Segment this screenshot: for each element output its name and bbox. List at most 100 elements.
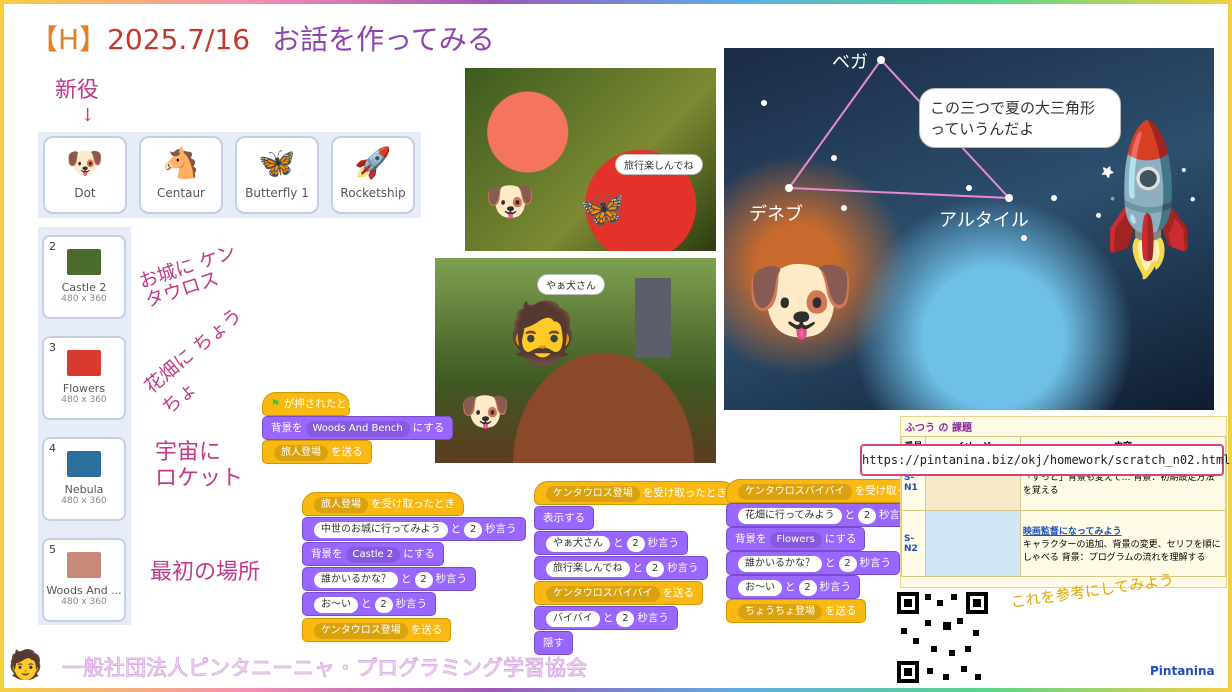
backdrop-dropdown[interactable]: Woods And Bench xyxy=(305,421,410,437)
speech-bubble: やぁ犬さん xyxy=(537,274,605,295)
sprite-list: 🐶 Dot 🐴 Centaur 🦋 Butterfly 1 🚀 Rocketsh… xyxy=(38,132,421,218)
say-block[interactable]: 旅行楽しんでねと 2 秒言う xyxy=(534,556,708,580)
message-dropdown[interactable]: ケンタウロス登場 xyxy=(546,486,640,502)
sprite-centaur[interactable]: 🐴 Centaur xyxy=(139,136,223,214)
switch-backdrop-block[interactable]: 背景を Flowers にする xyxy=(726,527,866,551)
seconds-input[interactable]: 2 xyxy=(838,556,857,572)
dog-icon: 🐶 xyxy=(66,146,104,181)
homework-title: ふつう の 課題 xyxy=(905,423,972,434)
say-block[interactable]: バイバイと 2 秒言う xyxy=(534,606,678,630)
homework-panel: ふつう の 課題 番号 イメージ 内容 S-N1 「ずっと」背景も変えて… 背景… xyxy=(900,416,1227,588)
say-text-input[interactable]: バイバイ xyxy=(546,611,600,627)
backdrop-thumbnail xyxy=(67,552,101,578)
backdrop-size: 480 x 360 xyxy=(61,395,107,405)
mascot-icon: 🧑 xyxy=(8,648,43,681)
seconds-input[interactable]: 2 xyxy=(626,536,645,552)
say-text-input[interactable]: 誰かいるかな？ xyxy=(738,556,822,572)
star-label-vega: ベガ xyxy=(832,52,868,73)
backdrop-label: Nebula xyxy=(64,483,104,496)
say-text-input[interactable]: 花畑に行ってみよう xyxy=(738,508,842,524)
backdrop-label: Flowers xyxy=(62,382,106,395)
qr-code[interactable] xyxy=(895,590,990,685)
block-text: 背景を xyxy=(735,533,767,545)
block-text: 背景を xyxy=(311,548,343,560)
say-text-input[interactable]: お〜い xyxy=(738,580,782,596)
backdrop-item-castle[interactable]: 2 Castle 2 480 x 360 xyxy=(42,235,126,319)
backdrop-item-nebula[interactable]: 4 Nebula 480 x 360 xyxy=(42,437,126,521)
show-block[interactable]: 表示する xyxy=(534,506,594,530)
say-text-input[interactable]: 中世のお城に行ってみよう xyxy=(314,522,448,538)
seconds-input[interactable]: 2 xyxy=(414,572,433,588)
backdrop-dropdown[interactable]: Castle 2 xyxy=(345,547,401,563)
backdrop-size: 480 x 360 xyxy=(61,496,107,506)
homework-url[interactable]: https://pintanina.biz/okj/homework/scrat… xyxy=(860,444,1230,476)
message-dropdown[interactable]: ちょうちょ登場 xyxy=(738,604,822,620)
say-block[interactable]: 花畑に行ってみようと 2 秒言う xyxy=(726,503,920,527)
backdrop-item-woods[interactable]: 5 Woods And ... 480 x 360 xyxy=(42,538,126,622)
block-text: にする xyxy=(412,422,445,434)
say-block[interactable]: お〜いと 2 秒言う xyxy=(726,575,860,599)
seconds-input[interactable]: 2 xyxy=(798,580,817,596)
backdrop-label: Castle 2 xyxy=(61,281,107,294)
broadcast-block[interactable]: 旅人登場 を送る xyxy=(262,440,372,464)
block-text: を送る xyxy=(410,624,443,636)
homework-link[interactable]: 映画監督になってみよう xyxy=(1023,527,1122,537)
sprite-dot[interactable]: 🐶 Dot xyxy=(43,136,127,214)
block-text: と xyxy=(401,573,412,585)
castle-scene: 🧔 🐶 やぁ犬さん xyxy=(435,258,716,463)
centaur-icon: 🧔 xyxy=(505,299,580,369)
sprite-butterfly[interactable]: 🦋 Butterfly 1 xyxy=(235,136,319,214)
block-text: 隠す xyxy=(543,637,564,649)
broadcast-block[interactable]: ちょうちょ登場 を送る xyxy=(726,599,866,623)
centaur-icon: 🐴 xyxy=(162,146,200,181)
note-cast: 新役 xyxy=(55,78,100,103)
block-text: と xyxy=(450,523,462,535)
backdrop-thumbnail xyxy=(67,249,101,275)
row-id: S-N2 xyxy=(901,510,926,577)
when-receive-block[interactable]: ケンタウロス登場 を受け取ったとき xyxy=(534,481,736,505)
seconds-input[interactable]: 2 xyxy=(616,611,635,627)
seconds-input[interactable]: 2 xyxy=(374,597,393,613)
seconds-input[interactable]: 2 xyxy=(646,561,664,577)
message-dropdown[interactable]: 旅人登場 xyxy=(274,445,328,461)
block-text: にする xyxy=(824,533,857,545)
when-receive-block[interactable]: 旅人登場 を受け取ったとき xyxy=(302,492,464,516)
say-text-input[interactable]: お〜い xyxy=(314,597,358,613)
broadcast-block[interactable]: ケンタウロス登場 を送る xyxy=(302,618,452,642)
butterfly-icon: 🦋 xyxy=(580,189,625,230)
say-block[interactable]: 誰かいるかな？と 2 秒言う xyxy=(302,567,476,591)
message-dropdown[interactable]: ケンタウロスバイバイ xyxy=(546,586,660,602)
say-text-input[interactable]: 旅行楽しんでね xyxy=(546,561,630,577)
message-dropdown[interactable]: 旅人登場 xyxy=(314,497,368,513)
switch-backdrop-block[interactable]: 背景を Castle 2 にする xyxy=(302,542,444,566)
backdrop-dropdown[interactable]: Flowers xyxy=(769,532,822,548)
note-first: 最初の場所 xyxy=(150,560,261,585)
sprite-rocketship[interactable]: 🚀 Rocketship xyxy=(331,136,415,214)
sprite-label: Rocketship xyxy=(340,186,406,200)
block-text: 表示する xyxy=(543,512,585,524)
say-text-input[interactable]: やぁ犬さん xyxy=(546,536,610,552)
block-text: 秒言う xyxy=(637,612,669,624)
flowers-scene: 🐶 🦋 旅行楽しんでね xyxy=(465,68,716,251)
sprite-label: Dot xyxy=(74,186,96,200)
say-text-input[interactable]: 誰かいるかな？ xyxy=(314,572,398,588)
seconds-input[interactable]: 2 xyxy=(858,508,876,524)
message-dropdown[interactable]: ケンタウロスバイバイ xyxy=(738,484,852,500)
say-block[interactable]: お〜いと 2 秒言う xyxy=(302,592,436,616)
note-space: 宇宙に ロケット xyxy=(155,440,244,491)
when-flag-clicked-block[interactable]: ⚑ が押されたとき xyxy=(262,392,357,416)
backdrop-number: 2 xyxy=(49,240,56,253)
backdrop-item-flowers[interactable]: 3 Flowers 480 x 360 xyxy=(42,336,126,420)
say-block[interactable]: 誰かいるかな？と 2 秒言う xyxy=(726,551,900,575)
switch-backdrop-block[interactable]: 背景を Woods And Bench にする xyxy=(262,416,454,440)
backdrop-thumbnail xyxy=(67,451,101,477)
title-date: 2025.7/16 xyxy=(107,23,251,56)
broadcast-block[interactable]: ケンタウロスバイバイ を送る xyxy=(534,581,703,605)
speech-bubble: この三つで夏の大三角形っていうんだよ xyxy=(919,88,1121,148)
qr-code-image xyxy=(897,592,988,683)
say-block[interactable]: やぁ犬さんと 2 秒言う xyxy=(534,531,688,555)
message-dropdown[interactable]: ケンタウロス登場 xyxy=(314,623,408,639)
block-text: と xyxy=(361,598,372,610)
seconds-input[interactable]: 2 xyxy=(464,522,482,538)
say-block[interactable]: 中世のお城に行ってみようと 2 秒言う xyxy=(302,517,526,541)
